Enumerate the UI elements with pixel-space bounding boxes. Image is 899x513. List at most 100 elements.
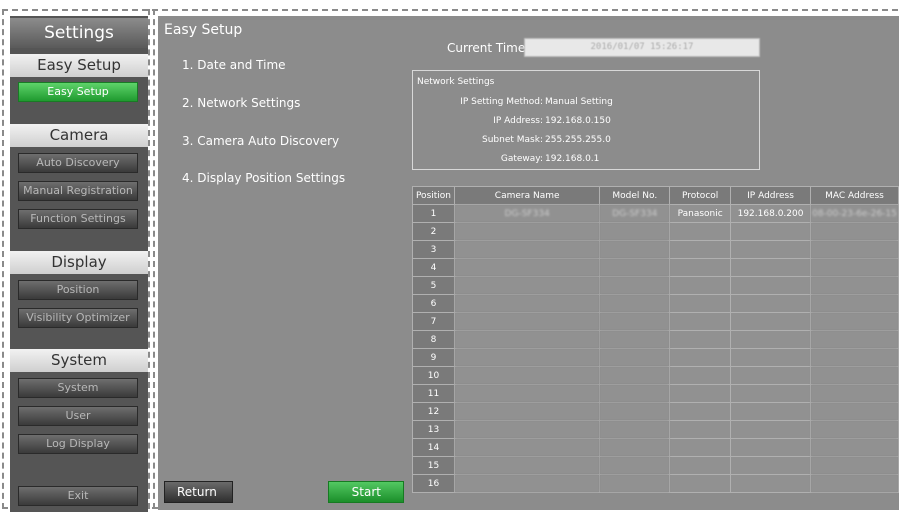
auto-discovery-button[interactable]: Auto Discovery [18,153,138,173]
ip-address-cell [730,258,811,277]
table-row[interactable]: 6 [412,294,899,313]
camera-name-cell: DG-SF334 [453,204,601,223]
section-easy-setup: Easy Setup [10,54,148,77]
position-cell: 14 [412,438,455,457]
camera-name-cell [453,348,601,367]
mac-address-cell [809,276,899,295]
protocol-cell [669,402,732,421]
table-row[interactable]: 10 [412,366,899,385]
step-camera-auto-discovery: 3. Camera Auto Discovery [182,134,340,148]
mac-address-cell [809,222,899,241]
position-cell: 15 [412,456,455,475]
ip-address-cell [730,456,811,475]
position-cell: 6 [412,294,455,313]
user-button[interactable]: User [18,406,138,426]
camera-name-cell [453,366,601,385]
table-row[interactable]: 8 [412,330,899,349]
step-display-position: 4. Display Position Settings [182,171,346,185]
exit-button[interactable]: Exit [18,486,138,506]
position-cell: 3 [412,240,455,259]
system-button[interactable]: System [18,378,138,398]
visibility-optimizer-button[interactable]: Visibility Optimizer [18,308,138,328]
frame-divider [148,9,150,509]
protocol-cell: Panasonic [669,204,732,223]
table-row[interactable]: 16 [412,474,899,493]
position-cell: 12 [412,402,455,421]
ip-address-cell [730,312,811,331]
ip-address-cell [730,438,811,457]
position-cell: 8 [412,330,455,349]
ip-address-cell [730,420,811,439]
table-row[interactable]: 12 [412,402,899,421]
model-no-cell [599,312,671,331]
position-cell: 5 [412,276,455,295]
protocol-cell [669,240,732,259]
frame-divider [153,9,155,509]
mac-address-cell [809,312,899,331]
protocol-cell [669,420,732,439]
model-no-cell: DG-SF334 [599,204,671,223]
column-header-model-no: Model No. [599,186,671,205]
model-no-cell [599,330,671,349]
protocol-cell [669,222,732,241]
start-button[interactable]: Start [328,481,404,503]
mac-address-cell [809,402,899,421]
table-row[interactable]: 7 [412,312,899,331]
table-row[interactable]: 5 [412,276,899,295]
protocol-cell [669,312,732,331]
return-button[interactable]: Return [164,481,233,503]
easy-setup-button[interactable]: Easy Setup [18,82,138,102]
model-no-cell [599,222,671,241]
column-header-position: Position [412,186,455,205]
ip-address-cell [730,222,811,241]
table-row[interactable]: 14 [412,438,899,457]
camera-name-cell [453,420,601,439]
table-row[interactable]: 4 [412,258,899,277]
step-date-time: 1. Date and Time [182,58,286,72]
camera-name-cell [453,438,601,457]
column-header-ip-address: IP Address [730,186,811,205]
model-no-cell [599,276,671,295]
table-row[interactable]: 11 [412,384,899,403]
ip-address-cell [730,276,811,295]
position-button[interactable]: Position [18,280,138,300]
position-cell: 9 [412,348,455,367]
ip-address-cell [730,348,811,367]
table-row[interactable]: 3 [412,240,899,259]
ip-address-cell [730,294,811,313]
gateway-label: Gateway: [500,154,543,164]
subnet-mask-value: 255.255.255.0 [545,135,611,145]
protocol-cell [669,474,732,493]
mac-address-cell [809,438,899,457]
table-row[interactable]: 13 [412,420,899,439]
function-settings-button[interactable]: Function Settings [18,209,138,229]
position-cell: 16 [412,474,455,493]
position-cell: 7 [412,312,455,331]
table-row[interactable]: 2 [412,222,899,241]
protocol-cell [669,366,732,385]
model-no-cell [599,474,671,493]
section-display: Display [10,251,148,274]
camera-name-cell [453,222,601,241]
table-row[interactable]: 15 [412,456,899,475]
camera-name-cell [453,330,601,349]
mac-address-cell [809,294,899,313]
mac-address-cell [809,330,899,349]
column-header-mac-address: MAC Address [809,186,899,205]
current-time-label: Current Time [447,41,526,55]
protocol-cell [669,456,732,475]
subnet-mask-label: Subnet Mask: [482,135,543,145]
camera-name-cell [453,402,601,421]
manual-registration-button[interactable]: Manual Registration [18,181,138,201]
ip-method-value: Manual Setting [545,97,613,107]
protocol-cell [669,276,732,295]
log-display-button[interactable]: Log Display [18,434,138,454]
model-no-cell [599,402,671,421]
ip-address-label: IP Address: [493,116,543,126]
mac-address-cell [809,258,899,277]
column-header-protocol: Protocol [669,186,732,205]
table-row[interactable]: 9 [412,348,899,367]
mac-address-cell [809,420,899,439]
table-row[interactable]: 1 DG-SF334 DG-SF334 Panasonic 192.168.0.200 0… [412,204,899,223]
model-no-cell [599,240,671,259]
